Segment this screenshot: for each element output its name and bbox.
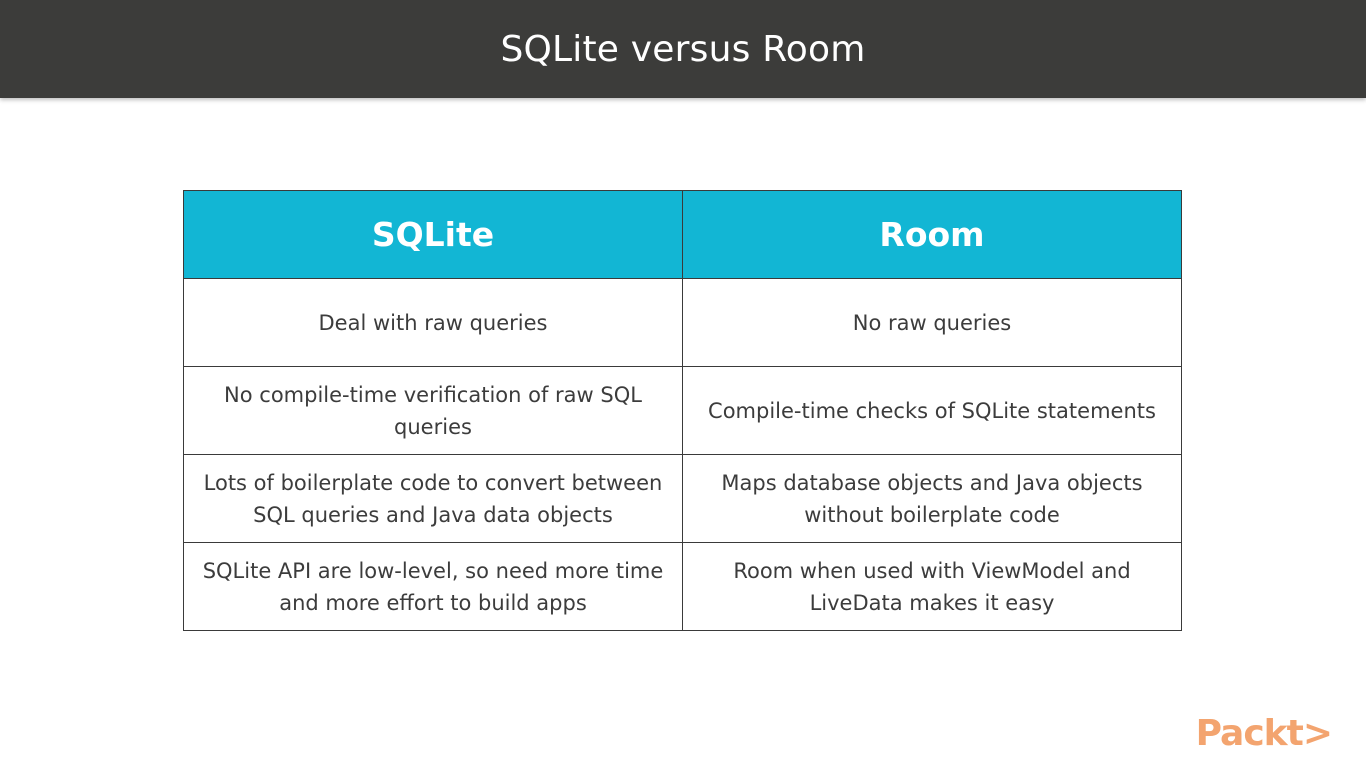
table-row: SQLite API are low-level, so need more t… <box>183 542 1182 631</box>
comparison-table: SQLite Room Deal with raw queries No raw… <box>183 190 1182 631</box>
table-cell-room: Compile-time checks of SQLite statements <box>682 366 1182 455</box>
table-cell-sqlite: Deal with raw queries <box>183 278 683 367</box>
table-cell-sqlite: SQLite API are low-level, so need more t… <box>183 542 683 631</box>
table-cell-room: Maps database objects and Java objects w… <box>682 454 1182 543</box>
table-header-row: SQLite Room <box>183 190 1182 279</box>
table-cell-sqlite: No compile-time verification of raw SQL … <box>183 366 683 455</box>
table-row: No compile-time verification of raw SQL … <box>183 366 1182 455</box>
slide: SQLite versus Room SQLite Room Deal with… <box>0 0 1366 768</box>
table-row: Deal with raw queries No raw queries <box>183 278 1182 367</box>
title-bar: SQLite versus Room <box>0 0 1366 98</box>
table-cell-room: Room when used with ViewModel and LiveDa… <box>682 542 1182 631</box>
packt-logo: Packt> <box>1195 713 1333 754</box>
column-header-room: Room <box>682 190 1182 279</box>
table-cell-sqlite: Lots of boilerplate code to convert betw… <box>183 454 683 543</box>
table-row: Lots of boilerplate code to convert betw… <box>183 454 1182 543</box>
slide-title: SQLite versus Room <box>500 28 866 70</box>
table-cell-room: No raw queries <box>682 278 1182 367</box>
column-header-sqlite: SQLite <box>183 190 683 279</box>
